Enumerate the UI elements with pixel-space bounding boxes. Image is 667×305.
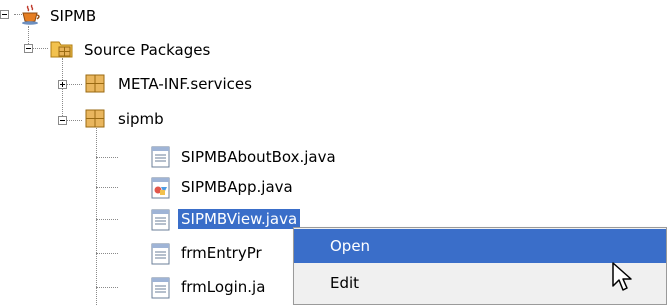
java-app-icon [151,177,170,199]
tree-item-label[interactable]: frmLogin.ja [181,277,265,297]
tree-item-label-selected[interactable]: SIPMBView.java [178,209,301,229]
tree-guide-line [62,58,63,120]
tree-item-label[interactable]: SIPMBApp.java [181,177,293,197]
tree-item-label[interactable]: META-INF.services [118,74,252,94]
tree-item-label[interactable]: frmEntryPr [181,243,262,263]
collapse-toggle[interactable] [24,44,33,53]
tree-guide-line [96,157,118,158]
tree-guide-line [96,126,97,305]
tree-guide-line [96,187,118,188]
tree-guide-line [28,26,29,46]
coffee-cup-icon [22,4,40,25]
java-form-icon [151,146,170,168]
context-menu: Open Edit [293,227,667,305]
tree-guide-line [33,48,48,49]
expand-toggle[interactable] [58,80,67,89]
tree-item-label[interactable]: sipmb [118,109,164,129]
tree-guide-line [67,84,82,85]
java-form-icon [151,243,170,265]
tree-guide-line [96,219,118,220]
tree-item-label[interactable]: Source Packages [84,40,210,60]
tree-item-label[interactable]: SIPMB [50,6,96,26]
menu-item-label: Edit [330,274,360,292]
menu-item-open[interactable]: Open [294,229,666,263]
tree-guide-line [67,120,82,121]
folder-package-icon [50,41,73,58]
tree-guide-line [96,287,118,288]
collapse-toggle[interactable] [58,116,67,125]
tree-item-label[interactable]: SIPMBAboutBox.java [181,147,336,167]
menu-item-edit[interactable]: Edit [294,266,666,300]
java-form-icon [151,209,170,231]
mouse-cursor-icon [612,262,632,291]
package-icon [85,74,105,93]
collapse-toggle[interactable] [0,10,9,19]
package-icon [85,109,105,128]
menu-item-label: Open [330,237,371,255]
java-form-icon [151,277,170,299]
tree-guide-line [96,253,118,254]
